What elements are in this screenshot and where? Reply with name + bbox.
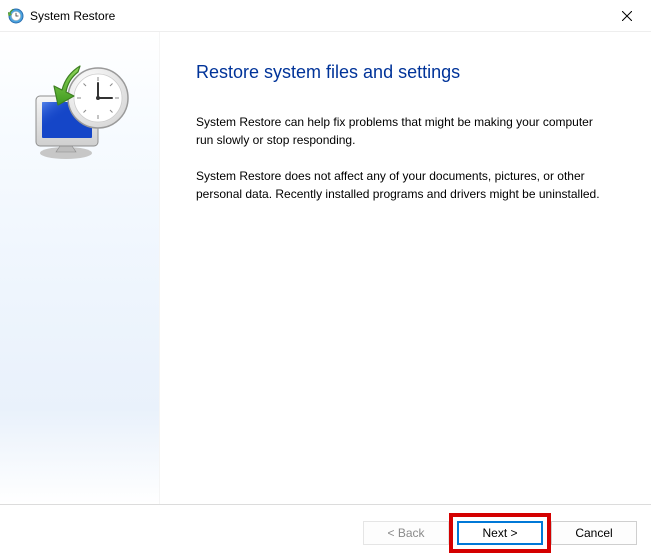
intro-paragraph-2: System Restore does not affect any of yo…: [196, 167, 606, 203]
restore-hero-icon: [20, 50, 140, 170]
titlebar: System Restore: [0, 0, 651, 32]
cancel-button[interactable]: Cancel: [551, 521, 637, 545]
footer: < Back Next > Cancel: [0, 504, 651, 560]
main-content: Restore system files and settings System…: [160, 32, 651, 504]
sidebar: [0, 32, 160, 504]
back-button: < Back: [363, 521, 449, 545]
intro-paragraph-1: System Restore can help fix problems tha…: [196, 113, 606, 149]
body: Restore system files and settings System…: [0, 32, 651, 504]
system-restore-window: System Restore: [0, 0, 651, 560]
system-restore-icon: [8, 8, 24, 24]
next-button[interactable]: Next >: [457, 521, 543, 545]
close-button[interactable]: [604, 1, 649, 31]
close-icon: [622, 11, 632, 21]
page-heading: Restore system files and settings: [196, 62, 617, 83]
window-title: System Restore: [30, 9, 604, 23]
